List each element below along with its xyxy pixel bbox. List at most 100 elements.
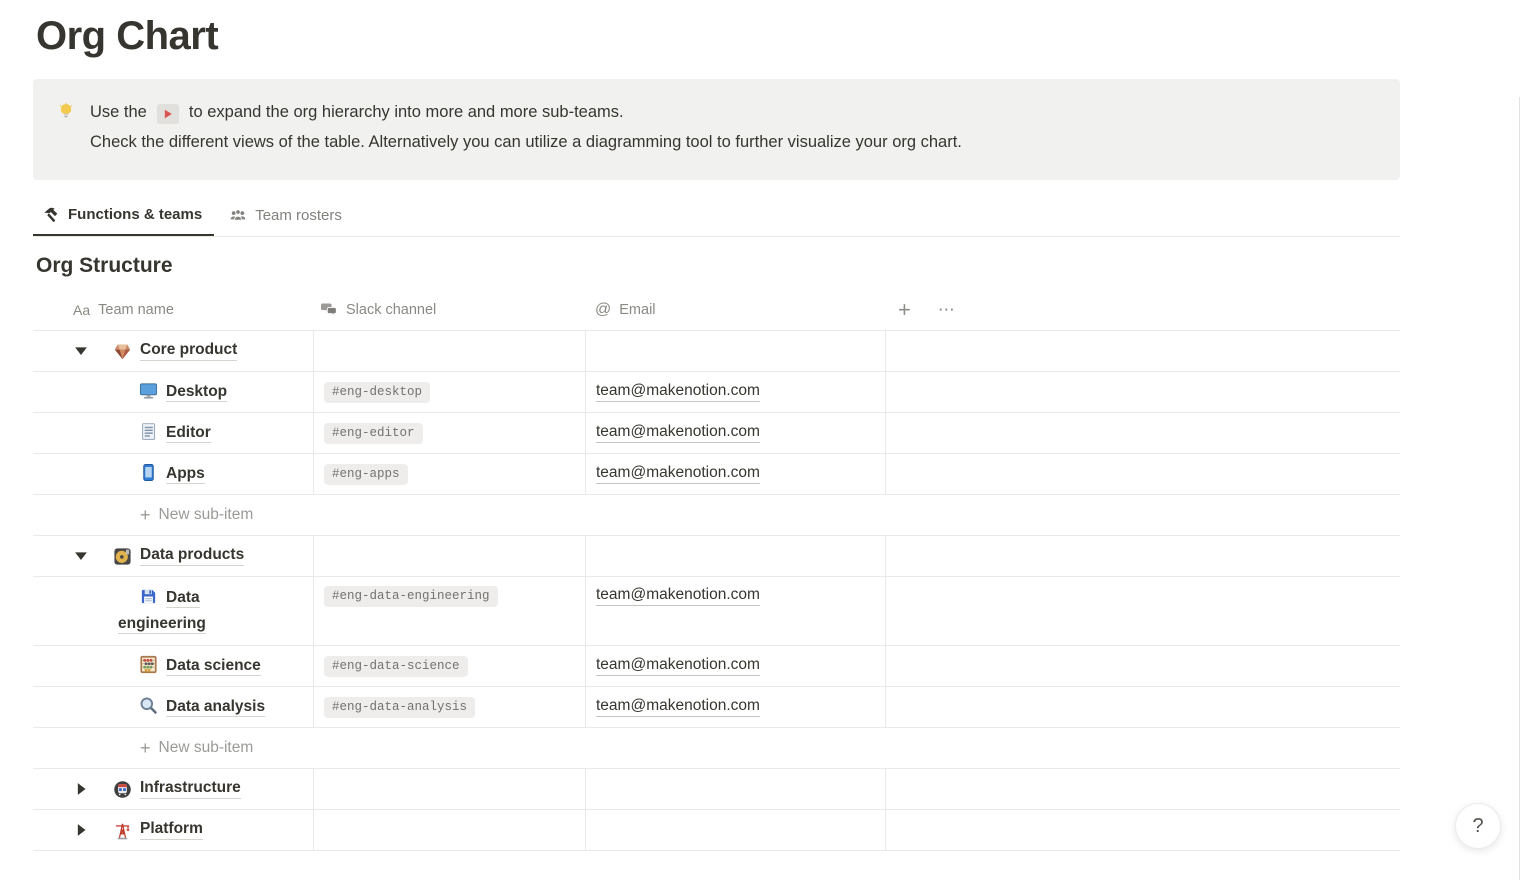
more-options-button[interactable]: ⋯ <box>938 301 956 318</box>
page-title[interactable]: Org Chart <box>33 0 1400 62</box>
email-cell: team@makenotion.com <box>585 577 885 645</box>
table-row: Data engineering #eng-data-engineering tea… <box>33 576 1400 645</box>
team-name-link[interactable]: Desktop <box>166 383 227 402</box>
email-cell <box>585 331 885 371</box>
team-name-cell: Editor <box>33 413 313 453</box>
at-icon: @ <box>595 301 611 319</box>
lightbulb-icon <box>57 102 75 120</box>
empty-cell <box>885 646 1400 686</box>
callout-line-1: Use theto expand the org hierarchy into … <box>90 97 962 127</box>
slack-channel-tag[interactable]: #eng-data-analysis <box>324 697 475 718</box>
slack-channel-cell: #eng-data-science <box>313 646 585 686</box>
new-sub-item-button[interactable]: +New sub-item <box>33 506 253 524</box>
callout: Use theto expand the org hierarchy into … <box>33 79 1400 180</box>
empty-cell <box>885 454 1400 494</box>
phone-icon <box>139 463 158 482</box>
expand-toggle[interactable] <box>71 546 91 566</box>
gem-icon <box>113 342 132 361</box>
team-name-link[interactable]: Data engineering <box>118 589 206 634</box>
slack-channel-tag[interactable]: #eng-data-engineering <box>324 586 498 607</box>
team-name-cell: Platform <box>33 810 313 850</box>
table-row: Apps #eng-apps team@makenotion.com <box>33 453 1400 494</box>
metro-icon <box>113 780 132 799</box>
team-name-cell: Data science <box>33 646 313 686</box>
help-button[interactable]: ? <box>1455 803 1501 849</box>
team-name-cell: Infrastructure <box>33 769 313 809</box>
team-name-link[interactable]: Core product <box>140 341 237 361</box>
tab-label: Team rosters <box>255 207 342 224</box>
triangle-down-icon <box>72 547 90 565</box>
table-row: Data analysis #eng-data-analysis team@make… <box>33 686 1400 727</box>
title-property-icon: Aa <box>73 302 90 318</box>
scrollbar[interactable] <box>1519 97 1520 880</box>
team-name-cell: Data analysis <box>33 687 313 727</box>
empty-cell <box>885 577 1400 645</box>
slack-channel-cell <box>313 810 585 850</box>
slack-channel-cell: #eng-editor <box>313 413 585 453</box>
callout-text: Use theto expand the org hierarchy into … <box>90 97 962 162</box>
team-name-link[interactable]: Data science <box>166 657 261 676</box>
slack-channel-cell <box>313 331 585 371</box>
slack-channel-cell: #eng-data-engineering <box>313 577 585 645</box>
team-name-link[interactable]: Infrastructure <box>140 779 241 799</box>
tab-label: Functions & teams <box>68 206 202 223</box>
team-name-cell: Data engineering <box>33 577 313 645</box>
new-sub-item-label: New sub-item <box>159 506 254 524</box>
email-link[interactable]: team@makenotion.com <box>596 656 760 676</box>
plus-icon: + <box>140 739 151 757</box>
slack-channel-tag[interactable]: #eng-data-science <box>324 656 468 677</box>
email-link[interactable]: team@makenotion.com <box>596 697 760 717</box>
column-label: Slack channel <box>346 302 436 318</box>
expand-toggle[interactable] <box>71 779 91 799</box>
team-name-link[interactable]: Data analysis <box>166 698 265 717</box>
new-sub-item-row: +New sub-item <box>33 494 1400 535</box>
slack-channel-tag[interactable]: #eng-editor <box>324 423 423 444</box>
play-triangle-icon <box>161 107 175 121</box>
expand-toggle[interactable] <box>71 341 91 361</box>
expand-toggle[interactable] <box>71 820 91 840</box>
empty-cell <box>885 810 1400 850</box>
tab-team-rosters[interactable]: Team rosters <box>220 195 354 236</box>
column-header-slack-channel[interactable]: Slack channel <box>313 301 585 318</box>
column-header-team-name[interactable]: Aa Team name <box>33 302 313 318</box>
team-name-cell: Desktop <box>33 372 313 412</box>
table-row: Editor #eng-editor team@makenotion.com <box>33 412 1400 453</box>
section-title: Org Structure <box>36 251 1400 281</box>
empty-cell <box>885 413 1400 453</box>
triangle-down-icon <box>72 342 90 360</box>
email-cell: team@makenotion.com <box>585 454 885 494</box>
email-link[interactable]: team@makenotion.com <box>596 423 760 443</box>
page: Org Chart Use theto expand the org hiera… <box>33 0 1400 851</box>
expand-arrow-chip <box>157 104 179 124</box>
email-link[interactable]: team@makenotion.com <box>596 586 760 606</box>
column-header-email[interactable]: @ Email <box>585 301 885 319</box>
new-sub-item-row: + New sub-item <box>33 727 1400 768</box>
slack-channel-tag[interactable]: #eng-apps <box>324 464 408 485</box>
team-name-cell: Data products <box>33 536 313 576</box>
email-link[interactable]: team@makenotion.com <box>596 382 760 402</box>
team-name-link[interactable]: Platform <box>140 820 203 840</box>
add-column-button[interactable]: + <box>898 299 911 321</box>
new-sub-item-button[interactable]: + New sub-item <box>33 739 253 757</box>
callout-line-1-suffix: to expand the org hierarchy into more an… <box>189 103 624 121</box>
email-cell: team@makenotion.com <box>585 372 885 412</box>
new-sub-item-label: New sub-item <box>159 739 254 757</box>
email-link[interactable]: team@makenotion.com <box>596 464 760 484</box>
team-name-link[interactable]: Data products <box>140 546 244 566</box>
slack-channel-cell <box>313 769 585 809</box>
team-name-link[interactable]: Apps <box>166 465 205 484</box>
slack-channel-cell: #eng-data-analysis <box>313 687 585 727</box>
tab-functions-teams[interactable]: Functions & teams <box>33 195 214 236</box>
empty-cell <box>885 769 1400 809</box>
table-row: Infrastructure <box>33 768 1400 809</box>
triangle-right-icon <box>72 821 90 839</box>
document-icon <box>139 422 158 441</box>
slack-channel-cell: #eng-apps <box>313 454 585 494</box>
team-name-link[interactable]: Editor <box>166 424 211 443</box>
email-cell: team@makenotion.com <box>585 687 885 727</box>
email-cell <box>585 536 885 576</box>
slack-channel-tag[interactable]: #eng-desktop <box>324 382 430 403</box>
table-row: Data products <box>33 535 1400 576</box>
hammer-icon <box>42 206 60 224</box>
view-tabs: Functions & teams Team rosters <box>33 195 1400 237</box>
